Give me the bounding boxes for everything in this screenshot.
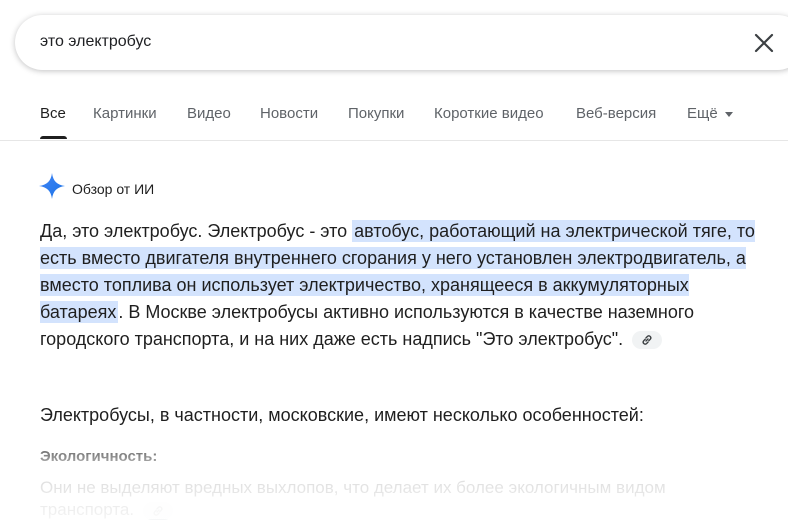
answer-intro: Да, это электробус. Электробус - это (40, 221, 353, 241)
search-tabs: Все Картинки Видео Новости Покупки Корот… (0, 100, 788, 141)
answer-rest: . В Москве электробусы активно использую… (40, 302, 695, 349)
tab-more[interactable]: Ещё (687, 105, 733, 122)
ai-answer: Да, это электробус. Электробус - это авт… (40, 218, 760, 353)
features-intro: Электробусы, в частности, московские, им… (40, 405, 644, 425)
section-text: Они не выделяют вредных выхлопов, что де… (40, 477, 760, 521)
tab-more-label: Ещё (687, 105, 718, 122)
sparkle-icon (38, 172, 66, 205)
tab-news[interactable]: Новости (260, 105, 318, 122)
link-icon[interactable] (632, 331, 663, 350)
chevron-down-icon (724, 112, 733, 117)
active-tab-indicator (40, 136, 67, 139)
tab-images[interactable]: Картинки (93, 105, 157, 122)
tab-videos[interactable]: Видео (187, 105, 231, 122)
tab-shopping[interactable]: Покупки (348, 105, 404, 122)
tab-all[interactable]: Все (40, 105, 66, 122)
ai-overview-header: Обзор от ИИ (38, 172, 154, 205)
search-input[interactable]: это электробус (40, 33, 151, 51)
close-icon[interactable] (753, 32, 775, 54)
link-icon[interactable] (142, 501, 173, 520)
ai-overview-title: Обзор от ИИ (72, 180, 155, 197)
tab-web[interactable]: Веб-версия (576, 105, 656, 122)
tab-short-videos[interactable]: Короткие видео (434, 105, 544, 122)
section-heading: Экологичность: (40, 448, 158, 465)
search-box[interactable]: это электробус (15, 15, 788, 70)
section-text-body: Они не выделяют вредных выхлопов, что де… (40, 478, 666, 519)
